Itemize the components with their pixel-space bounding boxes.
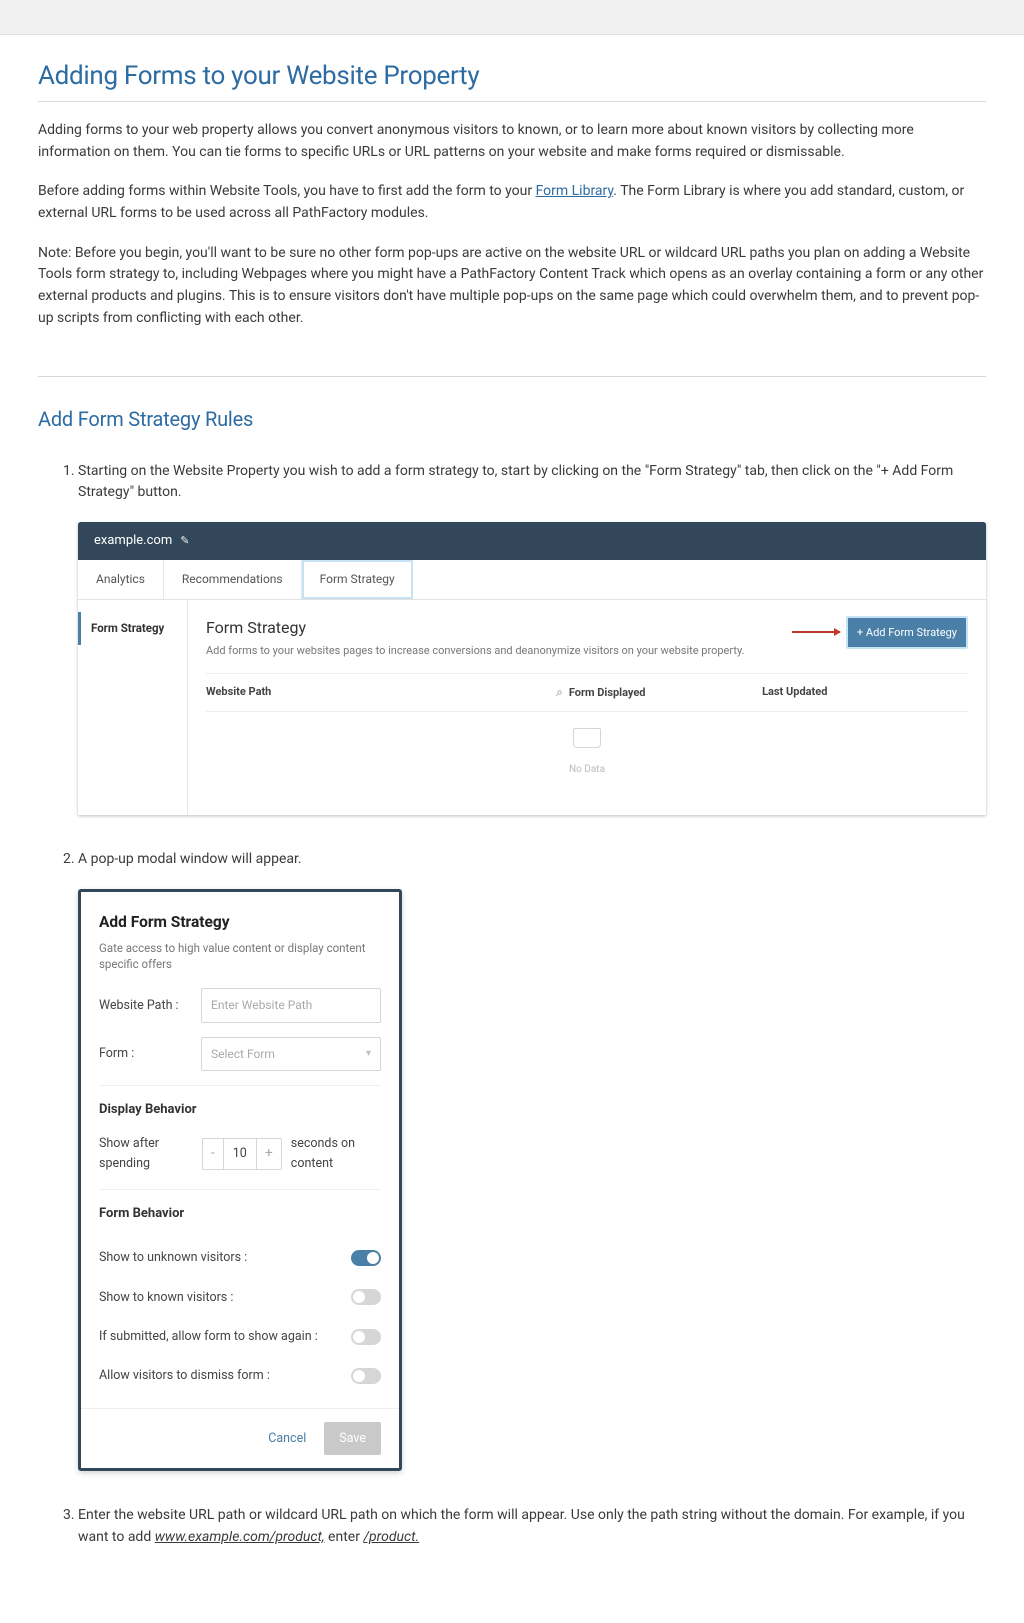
col-form-displayed: ⌕ Form Displayed [556, 683, 762, 702]
modal-divider-2 [99, 1189, 381, 1190]
screenshot-1: example.com ✎ Analytics Recommendations … [78, 522, 986, 815]
tab-form-strategy[interactable]: Form Strategy [302, 560, 413, 599]
add-form-strategy-modal: Add Form Strategy Gate access to high va… [78, 889, 402, 1471]
intro2-text-a: Before adding forms within Website Tools… [38, 183, 536, 199]
search-icon: ⌕ [556, 683, 563, 702]
intro-paragraph-1: Adding forms to your web property allows… [38, 120, 986, 163]
screenshot-2-wrap: Add Form Strategy Gate access to high va… [78, 889, 986, 1471]
shot1-main-top: Form Strategy Add forms to your websites… [206, 616, 968, 660]
seconds-stepper: - 10 + [202, 1138, 282, 1170]
toggle-allow-dismiss[interactable] [351, 1368, 381, 1384]
stepper-plus-button[interactable]: + [256, 1139, 281, 1169]
shot1-titles: Form Strategy Add forms to your websites… [206, 616, 744, 660]
stepper-value: 10 [224, 1140, 256, 1167]
tab-analytics[interactable]: Analytics [78, 560, 164, 599]
section-title: Add Form Strategy Rules [38, 407, 986, 431]
shot1-sidebar: Form Strategy [78, 600, 188, 816]
modal-divider-1 [99, 1085, 381, 1086]
website-path-label: Website Path : [99, 996, 201, 1015]
toggle-knob [353, 1331, 365, 1343]
step-2: A pop-up modal window will appear. Add F… [78, 849, 986, 1471]
col-last-updated: Last Updated [762, 683, 968, 702]
step-2-text: A pop-up modal window will appear. [78, 851, 302, 867]
row-allow-again: If submitted, allow form to show again : [99, 1317, 381, 1356]
form-select[interactable]: Select Form ▾ [201, 1037, 381, 1072]
row-form: Form : Select Form ▾ [99, 1037, 381, 1072]
form-select-placeholder: Select Form [211, 1045, 275, 1064]
form-behavior-title: Form Behavior [99, 1204, 381, 1224]
save-button[interactable]: Save [324, 1422, 381, 1455]
shot1-btn-wrap: + Add Form Strategy [792, 616, 968, 649]
toggle-knob [367, 1252, 379, 1264]
step-3-url-2: /product. [363, 1529, 419, 1545]
show-after-row: Show after spending - 10 + seconds on co… [99, 1134, 381, 1173]
shot1-empty-state: No Data [206, 712, 968, 789]
col-website-path: Website Path [206, 683, 556, 702]
step-3: Enter the website URL path or wildcard U… [78, 1505, 986, 1548]
chevron-down-icon: ▾ [366, 1046, 371, 1062]
allow-dismiss-label: Allow visitors to dismiss form : [99, 1366, 270, 1385]
shot1-tabs: Analytics Recommendations Form Strategy [78, 560, 986, 600]
modal-title: Add Form Strategy [99, 910, 381, 934]
website-path-input[interactable]: Enter Website Path [201, 988, 381, 1023]
row-show-known: Show to known visitors : [99, 1278, 381, 1317]
steps-list: Starting on the Website Property you wis… [38, 461, 986, 1549]
modal-body: Add Form Strategy Gate access to high va… [81, 892, 399, 1408]
toggle-show-known[interactable] [351, 1289, 381, 1305]
show-after-text-a: Show after spending [99, 1134, 193, 1173]
step-3-text-b: enter [325, 1529, 364, 1545]
sidebar-item-form-strategy[interactable]: Form Strategy [78, 612, 187, 646]
toggle-knob [353, 1370, 365, 1382]
row-website-path: Website Path : Enter Website Path [99, 988, 381, 1023]
screenshot-1-wrap: example.com ✎ Analytics Recommendations … [78, 522, 986, 815]
divider [38, 376, 986, 377]
shot1-main: Form Strategy Add forms to your websites… [188, 600, 986, 816]
shot1-columns: Website Path ⌕ Form Displayed Last Updat… [206, 673, 968, 712]
arrow-icon [792, 631, 840, 633]
modal-footer: Cancel Save [81, 1408, 399, 1468]
cancel-button[interactable]: Cancel [268, 1429, 306, 1448]
add-form-strategy-button[interactable]: + Add Form Strategy [846, 616, 968, 649]
page-title: Adding Forms to your Website Property [38, 61, 986, 102]
row-show-unknown: Show to unknown visitors : [99, 1238, 381, 1277]
stepper-minus-button[interactable]: - [203, 1139, 224, 1169]
shot1-panel-title: Form Strategy [206, 616, 744, 641]
intro-paragraph-2: Before adding forms within Website Tools… [38, 181, 986, 224]
toggle-allow-again[interactable] [351, 1329, 381, 1345]
allow-again-label: If submitted, allow form to show again : [99, 1327, 318, 1346]
top-bar [0, 0, 1024, 35]
form-label: Form : [99, 1044, 201, 1063]
intro-paragraph-3: Note: Before you begin, you'll want to b… [38, 243, 986, 330]
step-1: Starting on the Website Property you wis… [78, 461, 986, 816]
pencil-icon: ✎ [180, 532, 189, 549]
no-data-text: No Data [206, 762, 968, 778]
article-container: Adding Forms to your Website Property Ad… [0, 61, 1024, 1623]
empty-box-icon [573, 728, 601, 748]
display-behavior-title: Display Behavior [99, 1100, 381, 1120]
toggle-show-unknown[interactable] [351, 1250, 381, 1266]
form-library-link[interactable]: Form Library [536, 183, 614, 199]
row-allow-dismiss: Allow visitors to dismiss form : [99, 1356, 381, 1395]
shot1-breadcrumb: example.com ✎ [78, 522, 986, 560]
step-3-url-1: www.example.com/product, [155, 1529, 325, 1545]
show-after-text-b: seconds on content [291, 1134, 381, 1173]
shot1-body: Form Strategy Form Strategy Add forms to… [78, 600, 986, 816]
toggle-knob [353, 1291, 365, 1303]
shot1-panel-subtitle: Add forms to your websites pages to incr… [206, 642, 744, 659]
col-form-displayed-label: Form Displayed [569, 684, 646, 701]
tab-recommendations[interactable]: Recommendations [164, 560, 302, 599]
show-known-label: Show to known visitors : [99, 1288, 233, 1307]
shot1-breadcrumb-text: example.com [94, 531, 172, 551]
step-1-text: Starting on the Website Property you wis… [78, 463, 953, 501]
show-unknown-label: Show to unknown visitors : [99, 1248, 247, 1267]
modal-subtitle: Gate access to high value content or dis… [99, 940, 381, 972]
